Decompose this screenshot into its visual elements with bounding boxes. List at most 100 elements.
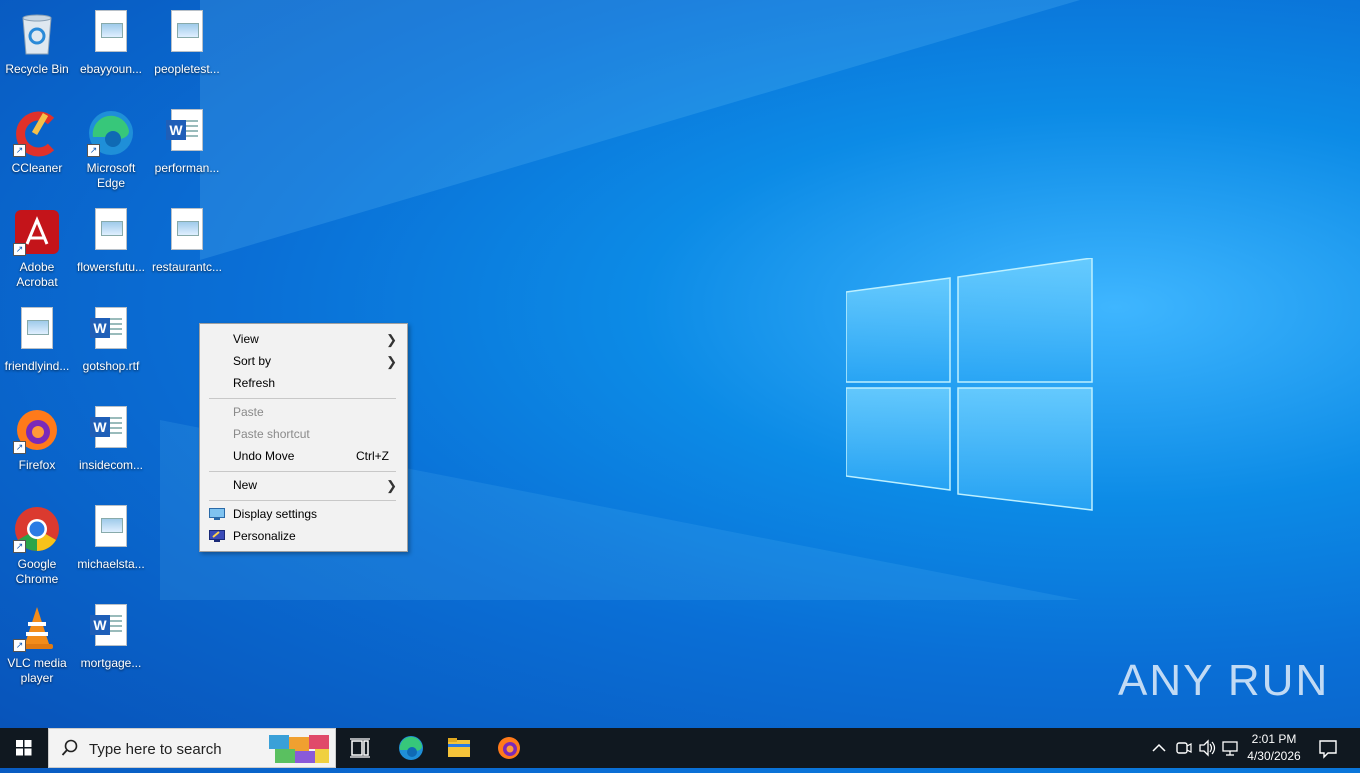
image-file-icon (163, 208, 211, 256)
search-icon (61, 739, 79, 762)
edge-icon (399, 736, 423, 760)
shortcut-arrow-icon: ↗ (13, 540, 26, 553)
icon-label: michaelsta... (77, 557, 145, 571)
desktop-icon-ccleaner[interactable]: ↗ CCleaner (0, 103, 74, 176)
icon-label: Google Chrome (15, 557, 59, 586)
show-hidden-icons-button[interactable] (1148, 728, 1170, 768)
shortcut-arrow-icon: ↗ (13, 639, 26, 652)
network-button[interactable] (1220, 728, 1242, 768)
icon-label: ebayyoun... (79, 62, 143, 76)
menu-separator (209, 500, 396, 501)
action-center-button[interactable] (1308, 728, 1348, 768)
shortcut-arrow-icon: ↗ (13, 243, 26, 256)
menu-item-sort-by[interactable]: Sort by ❯ (200, 350, 407, 372)
menu-item-view[interactable]: View ❯ (200, 328, 407, 350)
menu-item-paste-shortcut[interactable]: Paste shortcut (200, 423, 407, 445)
menu-item-refresh[interactable]: Refresh (200, 372, 407, 394)
taskbar: Type here to search 2:01 PM 4/30/2026 (0, 728, 1360, 768)
anyrun-watermark: ANY RUN (1118, 656, 1330, 705)
start-button[interactable] (0, 728, 48, 768)
taskbar-edge-button[interactable] (387, 728, 435, 768)
keyboard-shortcut: Ctrl+Z (356, 449, 389, 463)
vlc-cone-icon: ↗ (13, 604, 61, 652)
icon-label: Microsoft Edge (86, 161, 136, 190)
chevron-right-icon: ❯ (386, 354, 397, 369)
desktop-icon-file[interactable]: peopletest... (150, 4, 224, 77)
icon-label: insidecom... (78, 458, 144, 472)
chrome-icon: ↗ (13, 505, 61, 553)
personalize-icon (209, 530, 225, 542)
desktop-icon-edge[interactable]: ↗ Microsoft Edge (74, 103, 148, 191)
search-highlight-puzzle-icon (267, 731, 331, 765)
image-file-icon (87, 208, 135, 256)
light-beam (200, 0, 1080, 260)
icon-label: gotshop.rtf (82, 359, 140, 373)
icon-label: CCleaner (11, 161, 63, 175)
taskbar-search-box[interactable]: Type here to search (48, 728, 336, 768)
image-file-icon (163, 10, 211, 58)
desktop-icon-word-file[interactable]: W mortgage... (74, 598, 148, 671)
ccleaner-icon: ↗ (13, 109, 61, 157)
menu-item-label: New (233, 478, 258, 492)
desktop-icon-vlc[interactable]: ↗ VLC media player (0, 598, 74, 686)
word-document-icon: W (163, 109, 211, 157)
firefox-icon: ↗ (13, 406, 61, 454)
taskbar-firefox-button[interactable] (485, 728, 533, 768)
menu-item-display-settings[interactable]: Display settings (200, 503, 407, 525)
icon-label: performan... (154, 161, 220, 175)
desktop-context-menu: View ❯ Sort by ❯ Refresh Paste Paste sho… (199, 323, 408, 552)
folder-icon (448, 738, 470, 757)
desktop-icon-file[interactable]: restaurantc... (150, 202, 224, 275)
icon-label: friendlyind... (4, 359, 70, 373)
menu-item-paste[interactable]: Paste (200, 401, 407, 423)
icon-label: Adobe Acrobat (16, 260, 58, 289)
shortcut-arrow-icon: ↗ (87, 144, 100, 157)
menu-item-label: Sort by (233, 354, 272, 368)
menu-item-undo-move[interactable]: Undo Move Ctrl+Z (200, 445, 407, 467)
acrobat-icon: ↗ (13, 208, 61, 256)
icon-label: mortgage... (80, 656, 142, 670)
menu-item-label: View (233, 332, 259, 346)
menu-separator (209, 398, 396, 399)
desktop-icon-word-file[interactable]: W gotshop.rtf (74, 301, 148, 374)
icon-label: Firefox (18, 458, 56, 472)
firefox-icon (498, 737, 520, 759)
desktop-icon-file[interactable]: friendlyind... (0, 301, 74, 374)
shortcut-arrow-icon: ↗ (13, 144, 26, 157)
clock-date: 4/30/2026 (1247, 749, 1301, 763)
image-file-icon (13, 307, 61, 355)
icon-label: VLC media player (7, 656, 67, 685)
meet-now-button[interactable] (1172, 728, 1194, 768)
taskbar-file-explorer-button[interactable] (435, 728, 483, 768)
desktop-icon-chrome[interactable]: ↗ Google Chrome (0, 499, 74, 587)
icon-label: Recycle Bin (5, 62, 69, 76)
taskbar-clock[interactable]: 2:01 PM 4/30/2026 (1240, 731, 1308, 765)
chevron-right-icon: ❯ (386, 478, 397, 493)
chevron-up-icon (1152, 743, 1166, 752)
desktop-icon-firefox[interactable]: ↗ Firefox (0, 400, 74, 473)
menu-item-personalize[interactable]: Personalize (200, 525, 407, 547)
icon-label: peopletest... (154, 62, 220, 76)
desktop-icon-recycle-bin[interactable]: Recycle Bin (0, 4, 74, 77)
desktop-icon-file[interactable]: ebayyoun... (74, 4, 148, 77)
menu-item-label: Display settings (233, 507, 318, 521)
menu-item-new[interactable]: New ❯ (200, 474, 407, 496)
word-document-icon: W (87, 406, 135, 454)
desktop-icon-word-file[interactable]: W performan... (150, 103, 224, 176)
task-view-icon (350, 738, 370, 758)
task-view-button[interactable] (336, 728, 384, 768)
camera-icon (1176, 742, 1192, 754)
desktop-icon-adobe-acrobat[interactable]: ↗ Adobe Acrobat (0, 202, 74, 290)
desktop-icon-file[interactable]: flowersfutu... (74, 202, 148, 275)
notification-icon (1319, 740, 1337, 759)
icon-label: restaurantc... (151, 260, 223, 274)
network-icon (1222, 741, 1238, 756)
volume-button[interactable] (1196, 728, 1218, 768)
desktop-icon-file[interactable]: michaelsta... (74, 499, 148, 572)
word-document-icon: W (87, 307, 135, 355)
menu-item-label: Undo Move (233, 449, 295, 463)
menu-separator (209, 471, 396, 472)
desktop-icon-word-file[interactable]: W insidecom... (74, 400, 148, 473)
image-file-icon (87, 505, 135, 553)
search-placeholder: Type here to search (89, 741, 222, 758)
